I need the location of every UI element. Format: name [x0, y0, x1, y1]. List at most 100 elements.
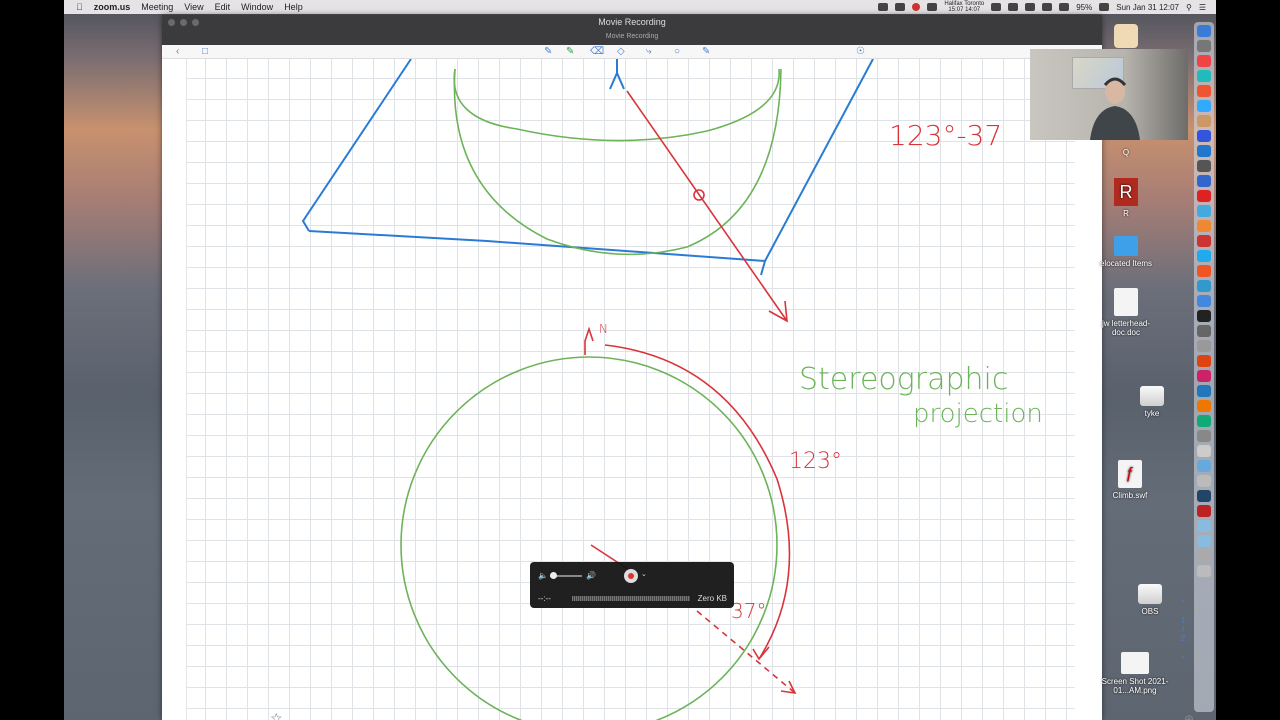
documents-icon[interactable]	[1197, 535, 1211, 547]
green-bowl-rim	[453, 68, 780, 142]
desktop-item-label: tyke	[1144, 409, 1160, 418]
photo-booth-icon[interactable]	[1197, 85, 1211, 97]
menu-view[interactable]: View	[184, 2, 203, 12]
folder-dock-icon[interactable]	[1197, 460, 1211, 472]
indesign-icon[interactable]	[1197, 370, 1211, 382]
downloads-icon[interactable]	[1197, 520, 1211, 532]
screen-icon[interactable]	[895, 3, 906, 11]
app-icon-red[interactable]	[1197, 235, 1211, 247]
terminal-icon[interactable]	[1197, 160, 1211, 172]
zoom-status-icon[interactable]	[878, 3, 889, 11]
excel-icon[interactable]	[1197, 415, 1211, 427]
back-icon[interactable]: ‹	[176, 46, 179, 57]
acrobat-icon[interactable]	[1197, 190, 1211, 202]
desktop-item-screenshot[interactable]: Screen Shot 2021-01...AM.png	[1100, 652, 1170, 695]
pen-tool-icon[interactable]: ✎	[544, 46, 552, 57]
desktop-item-label: Climb.swf	[1112, 491, 1148, 500]
app-icon-gray[interactable]	[1197, 430, 1211, 442]
record-status-icon[interactable]	[912, 3, 921, 11]
desktop-item-r[interactable]: R R	[1091, 178, 1161, 218]
display-icon[interactable]	[1042, 3, 1053, 11]
shape-tool-icon[interactable]: ◇	[617, 46, 625, 57]
microphone-icon[interactable]: ☉	[856, 46, 865, 57]
quicktime-icon[interactable]	[1197, 490, 1211, 502]
reminders-icon[interactable]	[1197, 70, 1211, 82]
preview-icon[interactable]	[1197, 295, 1211, 307]
menubar-datetime[interactable]: Sun Jan 31 12:07	[1116, 3, 1179, 12]
spotlight-icon[interactable]: ⚲	[1186, 3, 1192, 12]
pages-icon[interactable]: □	[202, 46, 208, 57]
menu-bar:  zoom.us Meeting View Edit Window Help …	[64, 0, 1216, 14]
north-arrow	[584, 326, 594, 355]
world-clock[interactable]: Halifax Toronto 15:07 14:07	[944, 1, 984, 13]
powerpoint-icon[interactable]	[1197, 355, 1211, 367]
obs-icon[interactable]	[1197, 310, 1211, 322]
app-store-icon[interactable]	[1197, 280, 1211, 292]
desktop-item-letterhead[interactable]: jw letterhead-doc.doc	[1091, 288, 1161, 337]
messages-icon[interactable]	[1197, 130, 1211, 142]
wifi-icon[interactable]	[1025, 3, 1036, 11]
menu-window[interactable]: Window	[241, 2, 273, 12]
cloud-icon[interactable]	[991, 3, 1002, 11]
record-button[interactable]	[624, 569, 638, 583]
page-down-icon[interactable]: ⌄	[1172, 651, 1194, 660]
red-lineation-line	[626, 90, 788, 322]
desktop-item-tyke[interactable]: tyke	[1117, 380, 1187, 418]
browser-icon[interactable]	[1197, 205, 1211, 217]
recording-controls: 🔈 🔊 ⌄ --:-- Zero KB	[530, 562, 734, 608]
recording-size: Zero KB	[697, 594, 727, 603]
desktop-item-obs[interactable]: OBS	[1115, 578, 1185, 616]
home-icon[interactable]	[1197, 475, 1211, 487]
highlighter-icon[interactable]: ✎	[566, 46, 574, 57]
finder-icon[interactable]	[1197, 25, 1211, 37]
desktop-item-q[interactable]: Q	[1091, 24, 1161, 157]
globe-icon[interactable]	[927, 3, 938, 11]
eraser-icon[interactable]: ⌫	[590, 46, 604, 57]
menu-meeting[interactable]: Meeting	[141, 2, 173, 12]
zoom-app-icon[interactable]	[1197, 145, 1211, 157]
notes-icon[interactable]	[1197, 115, 1211, 127]
word-icon[interactable]	[1197, 385, 1211, 397]
illustrator-icon[interactable]	[1197, 400, 1211, 412]
system-prefs-icon[interactable]	[1197, 325, 1211, 337]
menu-edit[interactable]: Edit	[215, 2, 231, 12]
menu-help[interactable]: Help	[284, 2, 303, 12]
chrome-icon[interactable]	[1197, 220, 1211, 232]
bluetooth-icon[interactable]	[1008, 3, 1019, 11]
image-tool-icon[interactable]: ○	[674, 46, 680, 57]
app-menu[interactable]: zoom.us	[94, 2, 131, 12]
zoom-search-icon[interactable]: ⊕	[1184, 712, 1194, 720]
mail-icon[interactable]	[1197, 100, 1211, 112]
north-label: N	[599, 322, 608, 336]
flash-file-icon: ƒ	[1118, 460, 1142, 488]
drawing-canvas[interactable]: 123°-37 N Stereographic projection 123° …	[186, 59, 1075, 720]
page-2[interactable]: 2	[1172, 634, 1194, 643]
favorite-star-icon[interactable]: ☆	[270, 710, 283, 720]
volume-icon[interactable]	[1059, 3, 1070, 11]
desktop-item-climb-swf[interactable]: ƒ Climb.swf	[1095, 460, 1165, 500]
launchpad-icon[interactable]	[1197, 40, 1211, 52]
textedit-icon[interactable]	[1197, 445, 1211, 457]
page-1[interactable]: 1	[1172, 616, 1194, 625]
calendar-icon[interactable]	[1197, 55, 1211, 67]
lock-icon[interactable]	[1197, 550, 1211, 562]
options-chevron-icon[interactable]: ⌄	[641, 570, 647, 578]
blue-block-base-edge	[308, 230, 767, 276]
utility-icon[interactable]	[1197, 340, 1211, 352]
stereographic-label: Stereographic	[799, 362, 1009, 397]
battery-percent[interactable]: 95%	[1076, 3, 1092, 12]
trash-icon[interactable]	[1197, 565, 1211, 577]
apple-icon[interactable]: 	[76, 2, 83, 12]
lasso-icon[interactable]: ⤷	[646, 46, 652, 57]
text-tool-icon[interactable]: ✎	[702, 46, 710, 57]
firefox-icon[interactable]	[1197, 265, 1211, 277]
projection-label: projection	[913, 399, 1043, 429]
volume-slider-knob[interactable]	[550, 572, 557, 579]
title-bar: Movie Recording Movie Recording	[162, 15, 1102, 45]
skype-icon[interactable]	[1197, 250, 1211, 262]
control-center-icon[interactable]: ☰	[1199, 3, 1206, 12]
safari-icon[interactable]	[1197, 175, 1211, 187]
desktop-item-relocated-items[interactable]: elocated Items	[1091, 236, 1161, 268]
r-dock-icon[interactable]	[1197, 505, 1211, 517]
bearing-arc-arrowhead	[752, 646, 770, 661]
